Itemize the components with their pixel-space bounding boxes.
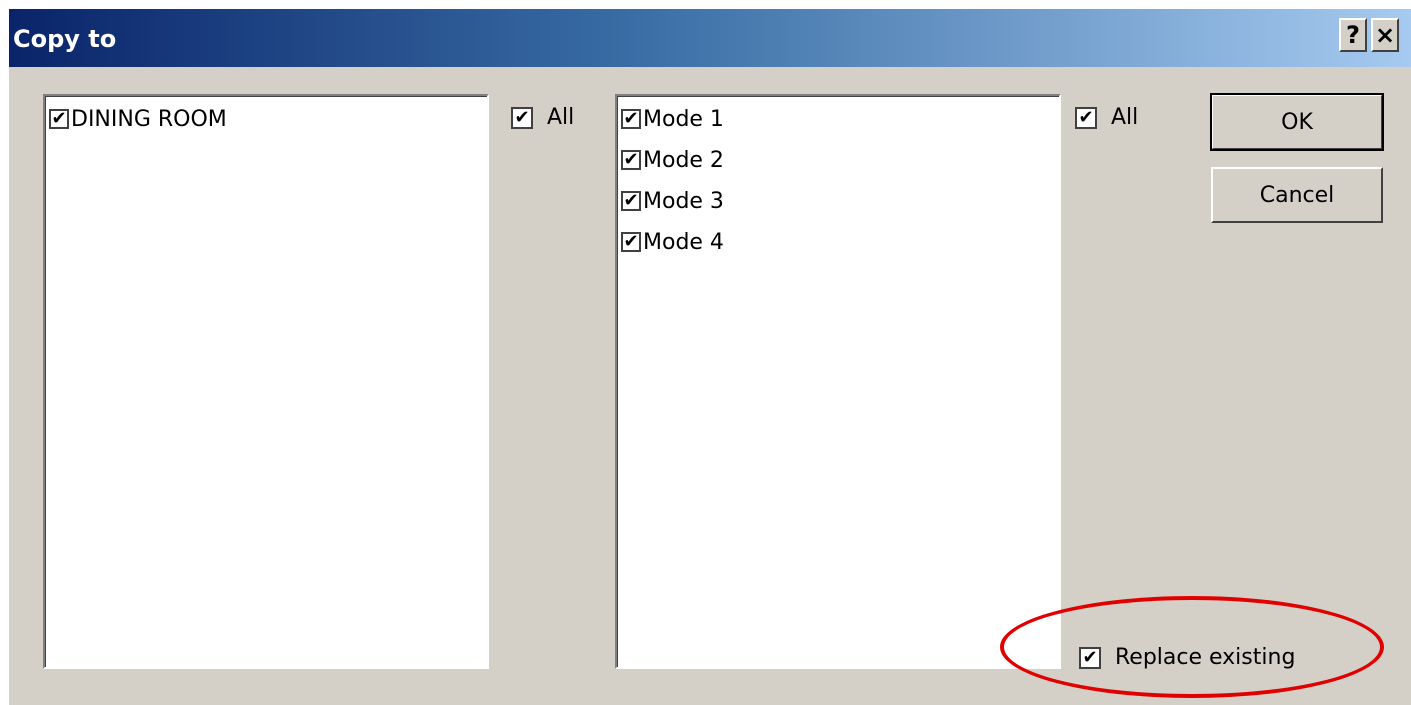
close-button[interactable]: ×	[1371, 18, 1399, 52]
rooms-all-checkbox[interactable]: ✔ All	[511, 105, 574, 130]
help-icon: ?	[1346, 21, 1360, 49]
copy-to-dialog: Copy to ? × ✔ DINING ROOM ✔ All ✔ Mode 1…	[9, 9, 1411, 705]
window-title: Copy to	[13, 25, 117, 53]
list-item-label: Mode 2	[643, 147, 724, 173]
list-item-label: Mode 3	[643, 188, 724, 214]
modes-all-label: All	[1111, 105, 1139, 130]
replace-existing-checkbox[interactable]: ✔ Replace existing	[1079, 645, 1295, 670]
title-bar[interactable]: Copy to ? ×	[9, 9, 1411, 67]
list-item-mode-4[interactable]: ✔ Mode 4	[621, 227, 724, 257]
list-item-label: Mode 4	[643, 229, 724, 255]
checkmark-icon[interactable]: ✔	[1075, 106, 1097, 129]
help-button[interactable]: ?	[1339, 18, 1367, 52]
list-item-dining-room[interactable]: ✔ DINING ROOM	[49, 104, 227, 134]
checkmark-icon[interactable]: ✔	[49, 109, 69, 129]
checkmark-icon[interactable]: ✔	[621, 109, 641, 129]
checkmark-icon[interactable]: ✔	[511, 106, 533, 129]
replace-existing-label: Replace existing	[1115, 645, 1296, 670]
checkmark-icon[interactable]: ✔	[621, 150, 641, 170]
modes-listbox[interactable]: ✔ Mode 1 ✔ Mode 2 ✔ Mode 3 ✔ Mode 4	[615, 94, 1061, 669]
list-item-mode-2[interactable]: ✔ Mode 2	[621, 145, 724, 175]
ok-button[interactable]: OK	[1210, 93, 1384, 151]
list-item-mode-1[interactable]: ✔ Mode 1	[621, 104, 724, 134]
list-item-label: Mode 1	[643, 106, 724, 132]
checkmark-icon[interactable]: ✔	[621, 191, 641, 211]
list-item-label: DINING ROOM	[71, 106, 227, 132]
rooms-listbox[interactable]: ✔ DINING ROOM	[43, 94, 489, 669]
cancel-button[interactable]: Cancel	[1211, 167, 1383, 223]
modes-all-checkbox[interactable]: ✔ All	[1075, 105, 1138, 130]
checkmark-icon[interactable]: ✔	[621, 232, 641, 252]
rooms-all-label: All	[547, 105, 575, 130]
checkmark-icon[interactable]: ✔	[1079, 646, 1101, 669]
close-icon: ×	[1374, 21, 1396, 49]
list-item-mode-3[interactable]: ✔ Mode 3	[621, 186, 724, 216]
